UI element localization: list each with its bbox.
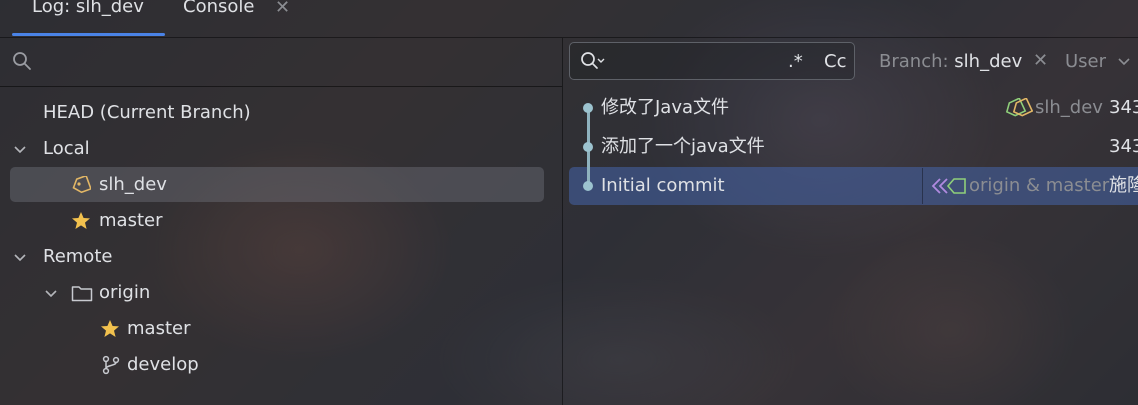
tree-item-head[interactable]: HEAD (Current Branch) — [0, 96, 562, 130]
chevron-down-icon[interactable] — [45, 287, 57, 299]
chevron-down-icon — [1118, 58, 1130, 66]
user-filter[interactable]: User — [1065, 51, 1130, 72]
commit-author: 343 — [1109, 97, 1138, 118]
commit-message: 添加了一个java文件 — [601, 136, 765, 157]
commit-row[interactable]: Initial commit origin & master 施隆 — [569, 167, 1138, 205]
tree-item-label: HEAD (Current Branch) — [43, 102, 251, 123]
commit-row[interactable]: 添加了一个java文件 343 — [569, 128, 1138, 166]
tag-icon — [931, 178, 966, 194]
star-icon — [72, 212, 90, 229]
tab-bar: Log: slh_dev Console ✕ — [0, 0, 565, 38]
branch-filter[interactable]: Branch: slh_dev — [879, 51, 1022, 72]
tree-item-label: slh_dev — [99, 174, 167, 195]
search-icon[interactable] — [12, 51, 32, 71]
chevron-down-icon[interactable] — [14, 143, 26, 155]
close-icon[interactable]: ✕ — [275, 0, 290, 18]
user-filter-label: User — [1065, 51, 1107, 72]
tree-item-slh-dev[interactable]: slh_dev — [0, 168, 562, 202]
tree-item-master[interactable]: master — [0, 204, 562, 238]
tab-log[interactable]: Log: slh_dev — [32, 0, 144, 34]
tree-item-origin-master[interactable]: master — [0, 312, 562, 346]
match-case-toggle[interactable]: Cc — [824, 51, 846, 72]
branch-icon — [102, 355, 120, 375]
tree-item-origin-develop[interactable]: develop — [0, 348, 562, 382]
branch-filter-key: Branch: — [879, 51, 949, 72]
tree-group-origin[interactable]: origin — [0, 276, 562, 310]
tree-item-label: master — [127, 318, 191, 339]
commit-node — [583, 103, 593, 113]
search-divider — [0, 86, 562, 87]
commit-search-input[interactable] — [569, 42, 855, 80]
tag-icon — [1005, 98, 1033, 117]
commit-refs: origin & master — [969, 175, 1110, 196]
search-history-icon[interactable] — [579, 50, 607, 72]
tab-console[interactable]: Console — [183, 0, 254, 34]
tree-item-label: master — [99, 210, 163, 231]
folder-icon — [71, 286, 93, 302]
tag-icon — [72, 176, 91, 194]
tree-item-label: develop — [127, 354, 199, 375]
regex-toggle[interactable]: .* — [788, 51, 803, 72]
active-tab-indicator — [12, 33, 165, 36]
commit-node — [583, 181, 593, 191]
commit-refs: slh_dev — [1035, 97, 1103, 118]
branch-filter-value: slh_dev — [954, 51, 1023, 72]
chevron-down-icon[interactable] — [14, 251, 26, 263]
close-icon[interactable]: ✕ — [1033, 50, 1048, 71]
commit-author: 343 — [1109, 136, 1138, 157]
tree-item-label: Local — [43, 138, 90, 159]
commit-node — [583, 142, 593, 152]
commit-message: Initial commit — [601, 175, 725, 196]
commit-row[interactable]: 修改了Java文件 slh_dev 343 — [569, 89, 1138, 127]
tree-item-label: origin — [99, 282, 151, 303]
star-icon — [101, 320, 119, 337]
pane-splitter[interactable] — [562, 38, 563, 405]
divider — [0, 37, 1138, 38]
tree-group-remote[interactable]: Remote — [0, 240, 562, 274]
commit-message: 修改了Java文件 — [601, 97, 730, 118]
tree-group-local[interactable]: Local — [0, 132, 562, 166]
tree-item-label: Remote — [43, 246, 113, 267]
commit-author: 施隆 — [1109, 175, 1138, 196]
